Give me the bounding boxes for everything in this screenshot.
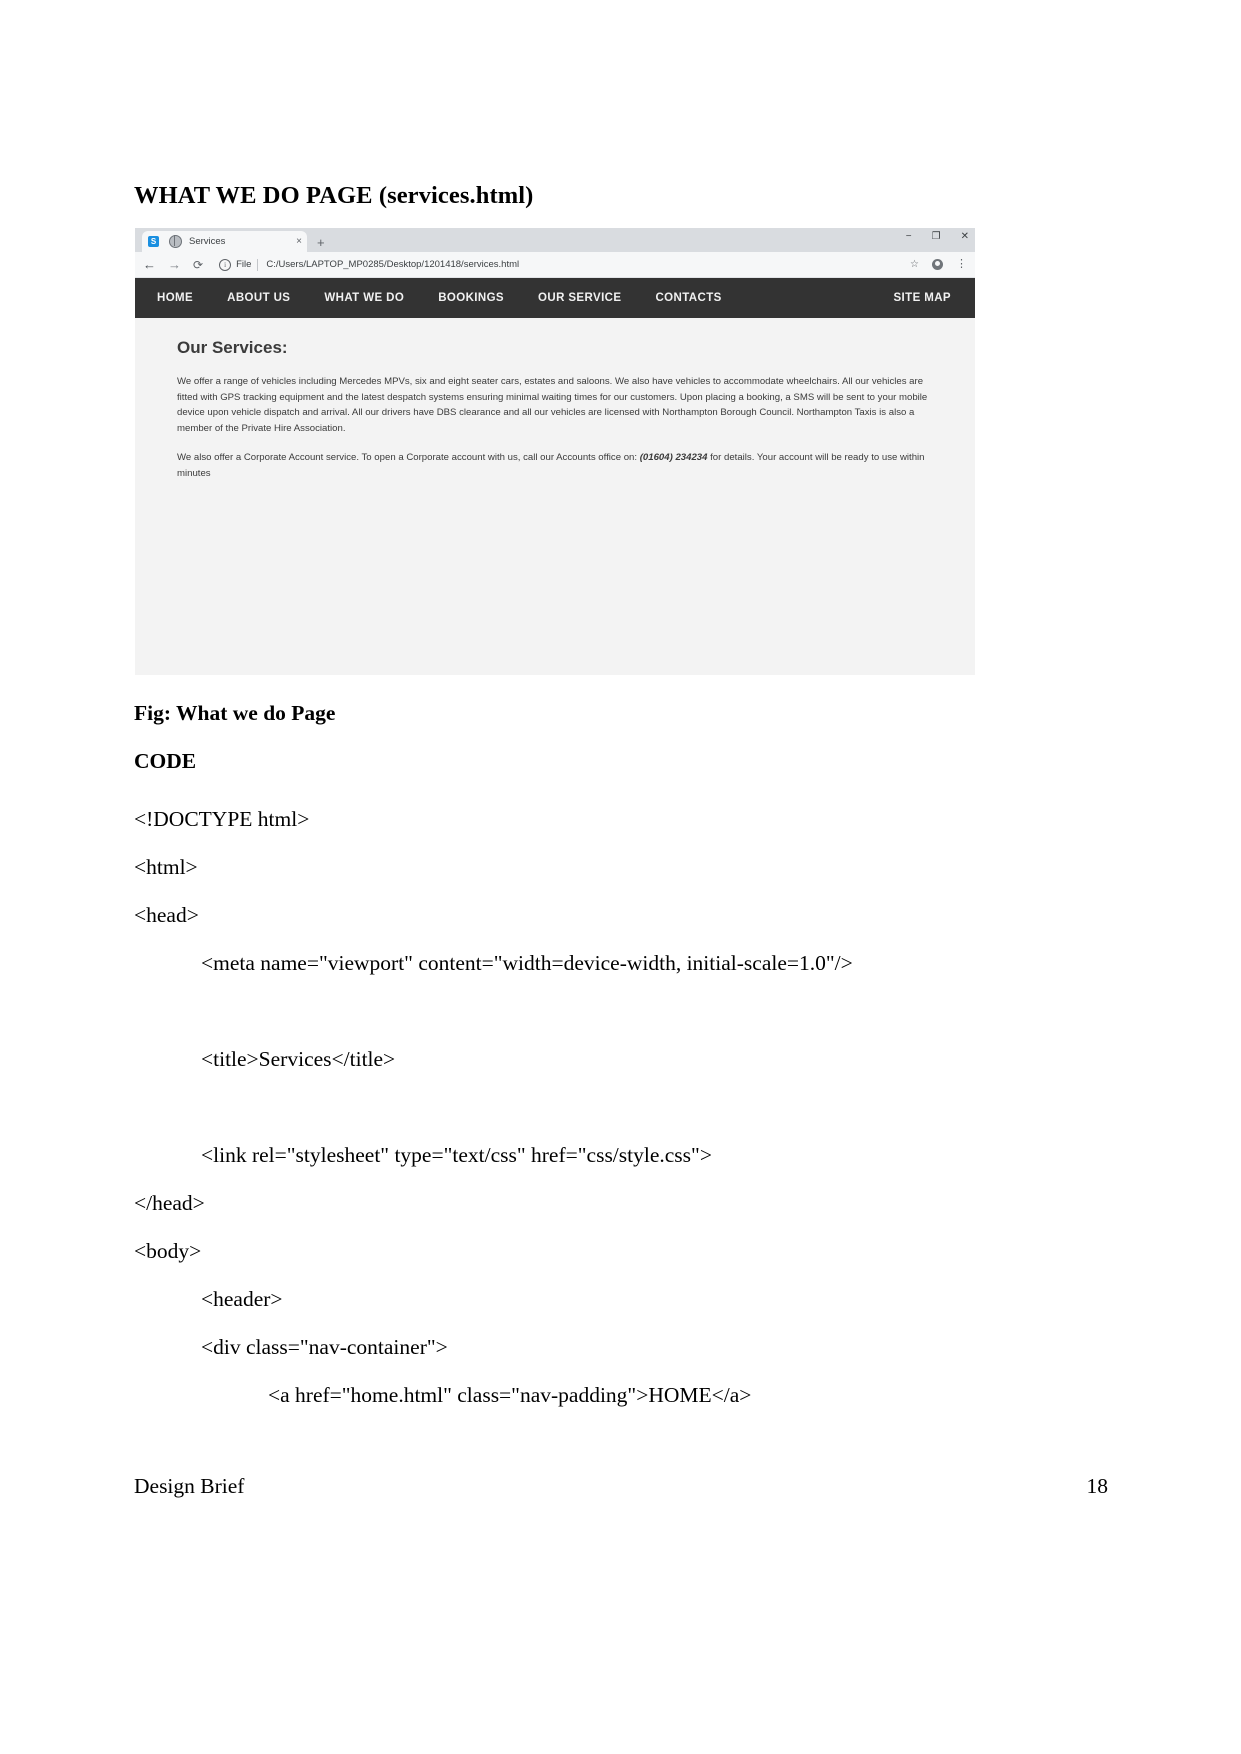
code-line: <!DOCTYPE html> bbox=[134, 807, 310, 831]
code-line: <header> bbox=[201, 1287, 283, 1311]
code-line: <link rel="stylesheet" type="text/css" h… bbox=[201, 1143, 712, 1167]
tab-favicon-icon: S bbox=[148, 236, 159, 247]
site-content-heading: Our Services: bbox=[177, 338, 288, 357]
profile-avatar-icon[interactable] bbox=[932, 259, 943, 270]
code-line: <html> bbox=[134, 855, 198, 879]
reload-icon[interactable]: ⟳ bbox=[193, 259, 203, 271]
close-tab-icon[interactable]: × bbox=[296, 236, 302, 247]
nav-item-our-service[interactable]: OUR SERVICE bbox=[538, 292, 621, 304]
browser-titlebar: S Services × + − ❐ ✕ bbox=[135, 228, 975, 252]
site-navigation-bar: HOME ABOUT US WHAT WE DO BOOKINGS OUR SE… bbox=[135, 278, 975, 318]
page-title: WHAT WE DO PAGE (services.html) bbox=[134, 182, 534, 209]
code-line: <title>Services</title> bbox=[201, 1047, 396, 1071]
code-line: <a href="home.html" class="nav-padding">… bbox=[268, 1383, 752, 1407]
window-controls: − ❐ ✕ bbox=[906, 232, 969, 242]
nav-item-contacts[interactable]: CONTACTS bbox=[655, 292, 721, 304]
nav-item-home[interactable]: HOME bbox=[157, 292, 193, 304]
document-page: WHAT WE DO PAGE (services.html) S Servic… bbox=[0, 0, 1241, 1754]
code-line: <body> bbox=[134, 1239, 202, 1263]
browser-tab-services[interactable]: S Services × bbox=[142, 231, 307, 252]
code-line: <div class="nav-container"> bbox=[201, 1335, 448, 1359]
code-listing: <!DOCTYPE html> <html> <head> <meta name="v… bbox=[134, 795, 1094, 1419]
nav-item-what-we-do[interactable]: WHAT WE DO bbox=[324, 292, 404, 304]
new-tab-icon[interactable]: + bbox=[317, 236, 325, 249]
code-line: <meta name="viewport" content="width=dev… bbox=[201, 951, 853, 975]
site-paragraph-1: We offer a range of vehicles including M… bbox=[177, 376, 928, 434]
globe-icon bbox=[169, 235, 182, 248]
nav-item-about-us[interactable]: ABOUT US bbox=[227, 292, 290, 304]
figure-caption: Fig: What we do Page bbox=[134, 701, 336, 725]
site-content-area: Our Services: We offer a range of vehicl… bbox=[135, 318, 975, 675]
file-scheme-label: File bbox=[236, 259, 252, 270]
tab-title-label: Services bbox=[189, 236, 226, 247]
browser-menu-icon[interactable]: ⋮ bbox=[956, 259, 967, 270]
page-info-icon[interactable]: i bbox=[219, 258, 232, 271]
addressbar-divider bbox=[257, 258, 259, 271]
footer-page-number: 18 bbox=[1086, 1474, 1109, 1498]
footer-document-title: Design Brief bbox=[134, 1474, 245, 1498]
code-line: <head> bbox=[134, 903, 199, 927]
accounts-phone-number: (01604) 234234 bbox=[639, 452, 708, 463]
forward-icon[interactable]: → bbox=[168, 258, 181, 271]
addressbar-actions: ☆ ⋮ bbox=[910, 259, 967, 270]
bookmark-star-icon[interactable]: ☆ bbox=[910, 259, 919, 270]
minimize-icon[interactable]: − bbox=[906, 232, 912, 242]
maximize-icon[interactable]: ❐ bbox=[932, 232, 941, 242]
back-icon[interactable]: ← bbox=[143, 258, 156, 271]
nav-item-bookings[interactable]: BOOKINGS bbox=[438, 292, 504, 304]
browser-addressbar: ← → ⟳ i File C:/Users/LAPTOP_MP0285/Desk… bbox=[135, 252, 975, 278]
code-line: </head> bbox=[134, 1191, 205, 1215]
site-paragraph-2: We also offer a Corporate Account servic… bbox=[177, 450, 932, 481]
code-section-label: CODE bbox=[134, 749, 197, 773]
nav-item-site-map[interactable]: SITE MAP bbox=[893, 292, 951, 304]
browser-screenshot: S Services × + − ❐ ✕ ← → ⟳ i File C:/Use… bbox=[135, 228, 975, 678]
url-input[interactable]: C:/Users/LAPTOP_MP0285/Desktop/1201418/s… bbox=[266, 259, 519, 270]
site-paragraph-2-before: We also offer a Corporate Account servic… bbox=[177, 452, 640, 463]
close-window-icon[interactable]: ✕ bbox=[961, 232, 969, 242]
